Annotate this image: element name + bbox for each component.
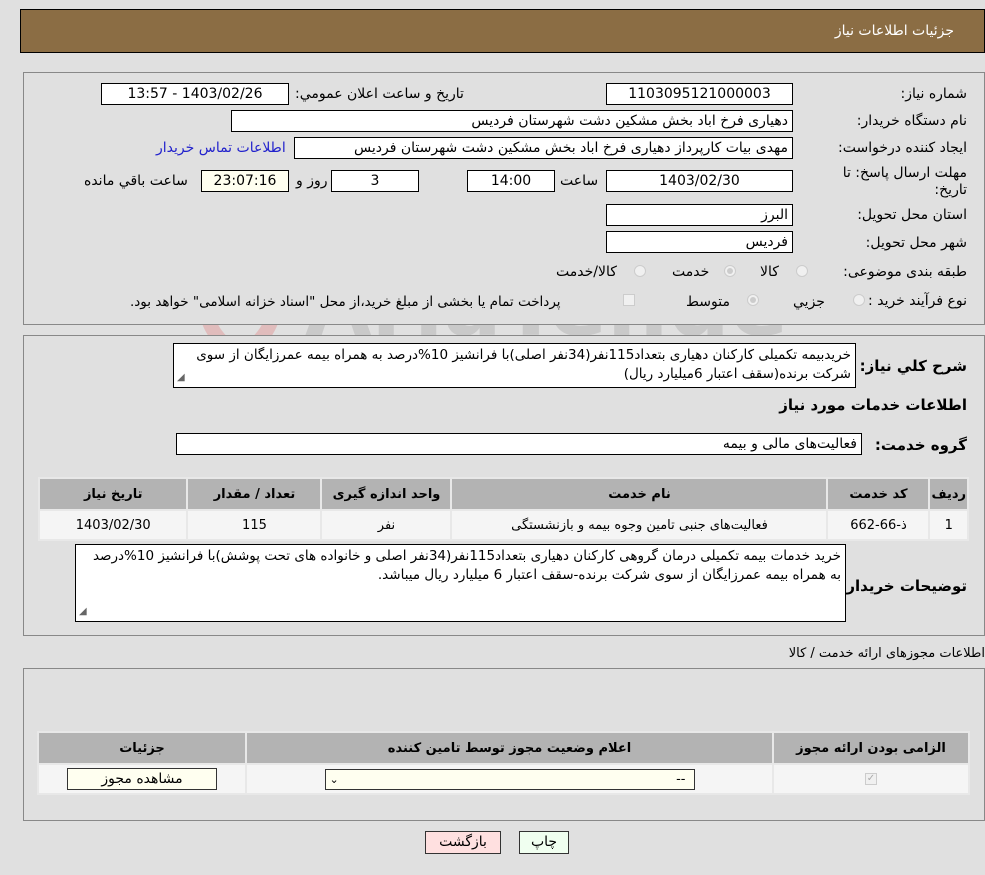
cell-quantity: 115 <box>186 509 323 541</box>
buyer-notes-label: توضیحات خریدار: <box>840 577 967 595</box>
chevron-down-icon: ⌄ <box>329 772 339 786</box>
remaining-label: ساعت باقي مانده <box>84 173 188 189</box>
buyer-contact-link[interactable]: اطلاعات تماس خریدار <box>156 140 286 156</box>
cell-permit-status: -- ⌄ <box>245 763 774 795</box>
buyer-notes-text: خرید خدمات بیمه تکمیلی درمان گروهی کارکن… <box>92 548 841 583</box>
category-goods-service-label: کالا/خدمت <box>556 264 617 280</box>
services-section-title: اطلاعات خدمات مورد نیاز <box>779 396 967 414</box>
need-number-label: شماره نیاز: <box>900 86 968 102</box>
cell-unit: نفر <box>320 509 453 541</box>
need-number-field: 1103095121000003 <box>606 83 793 105</box>
page-title: جزئیات اطلاعات نیاز <box>834 23 954 39</box>
col-row: ردیف <box>928 477 969 511</box>
days-label: روز و <box>296 173 328 189</box>
summary-text: خریدبیمه تکمیلی کارکنان دهیاری بتعداد115… <box>196 347 851 382</box>
col-service-code: کد خدمت <box>826 477 931 511</box>
summary-label: شرح کلي نیاز: <box>859 357 967 375</box>
requester-field: مهدی بیات کارپرداز دهیاری فرخ اباد بخش م… <box>294 137 793 159</box>
service-group-label: گروه خدمت: <box>874 436 967 454</box>
buyer-notes-textarea[interactable]: خرید خدمات بیمه تکمیلی درمان گروهی کارکن… <box>75 544 846 622</box>
service-group-field: فعالیت‌های مالی و بیمه <box>176 433 862 455</box>
deadline-label: مهلت ارسال پاسخ: تا تاریخ: <box>842 165 967 198</box>
table-row: ✓ -- ⌄ مشاهده مجوز <box>37 763 970 795</box>
col-service-name: نام خدمت <box>450 477 829 511</box>
deadline-time-field: 14:00 <box>467 170 555 192</box>
announce-field: 1403/02/26 - 13:57 <box>101 83 289 105</box>
permits-table-header: الزامی بودن ارائه مجوز اعلام وضعیت مجوز … <box>37 731 970 765</box>
page-header: جزئیات اطلاعات نیاز <box>20 9 985 53</box>
permit-required-checkbox: ✓ <box>865 773 877 785</box>
process-radio-minor[interactable] <box>853 294 865 306</box>
permits-section-title: اطلاعات مجوزهای ارائه خدمت / کالا <box>788 646 985 661</box>
process-radio-medium[interactable] <box>747 294 759 306</box>
view-permit-button[interactable]: مشاهده مجوز <box>67 768 217 790</box>
cell-need-date: 1403/02/30 <box>37 509 189 541</box>
services-table: ردیف کد خدمت نام خدمت واحد اندازه گیری ت… <box>37 477 969 541</box>
col-unit: واحد اندازه گیری <box>320 477 453 511</box>
process-minor-label: جزيي <box>793 294 825 310</box>
days-remaining-field: 3 <box>331 170 419 192</box>
cell-permit-details: مشاهده مجوز <box>37 763 247 795</box>
category-label: طبقه بندی موضوعی: <box>843 264 967 280</box>
col-permit-status: اعلام وضعیت مجوز توسط تامین کننده <box>245 731 774 765</box>
col-need-date: تاریخ نیاز <box>37 477 189 511</box>
resize-grip-icon[interactable]: ◢ <box>79 602 87 621</box>
process-label: نوع فرآیند خرید : <box>868 293 967 309</box>
category-radio-goods-service[interactable] <box>634 265 646 277</box>
permit-status-value: -- <box>676 771 686 787</box>
services-table-header: ردیف کد خدمت نام خدمت واحد اندازه گیری ت… <box>37 477 969 511</box>
cell-row: 1 <box>928 509 969 541</box>
table-row: 1 ذ-66-662 فعالیت‌های جنبی تامین وجوه بی… <box>37 509 969 541</box>
summary-textarea[interactable]: خریدبیمه تکمیلی کارکنان دهیاری بتعداد115… <box>173 343 856 388</box>
time-label: ساعت <box>560 173 599 189</box>
treasury-label: پرداخت تمام یا بخشی از مبلغ خرید،از محل … <box>130 294 561 310</box>
buyer-org-field: دهیاری فرخ اباد بخش مشکین دشت شهرستان فر… <box>231 110 793 132</box>
print-button[interactable]: چاپ <box>519 831 569 854</box>
city-field: فردیس <box>606 231 793 253</box>
col-quantity: تعداد / مقدار <box>186 477 323 511</box>
resize-grip-icon[interactable]: ◢ <box>177 368 185 387</box>
category-radio-goods[interactable] <box>796 265 808 277</box>
category-goods-label: کالا <box>760 264 779 280</box>
buyer-org-label: نام دستگاه خریدار: <box>856 113 967 129</box>
cell-service-name: فعالیت‌های جنبی تامین وجوه بیمه و بازنشس… <box>450 509 829 541</box>
permits-table: الزامی بودن ارائه مجوز اعلام وضعیت مجوز … <box>37 731 970 795</box>
city-label: شهر محل تحویل: <box>865 235 967 251</box>
cell-service-code: ذ-66-662 <box>826 509 931 541</box>
col-permit-details: جزئیات <box>37 731 247 765</box>
cell-permit-required: ✓ <box>772 763 970 795</box>
category-service-label: خدمت <box>672 264 710 280</box>
remaining-time-field: 23:07:16 <box>201 170 289 192</box>
treasury-checkbox[interactable] <box>623 294 635 306</box>
requester-label: ایجاد کننده درخواست: <box>838 140 967 156</box>
province-label: استان محل تحویل: <box>857 207 967 223</box>
col-permit-required: الزامی بودن ارائه مجوز <box>772 731 970 765</box>
category-radio-service[interactable] <box>724 265 736 277</box>
process-medium-label: متوسط <box>686 294 730 310</box>
announce-label: تاریخ و ساعت اعلان عمومي: <box>295 86 464 102</box>
province-field: البرز <box>606 204 793 226</box>
deadline-date-field: 1403/02/30 <box>606 170 793 192</box>
permit-status-select[interactable]: -- ⌄ <box>324 768 695 790</box>
back-button[interactable]: بازگشت <box>425 831 501 854</box>
